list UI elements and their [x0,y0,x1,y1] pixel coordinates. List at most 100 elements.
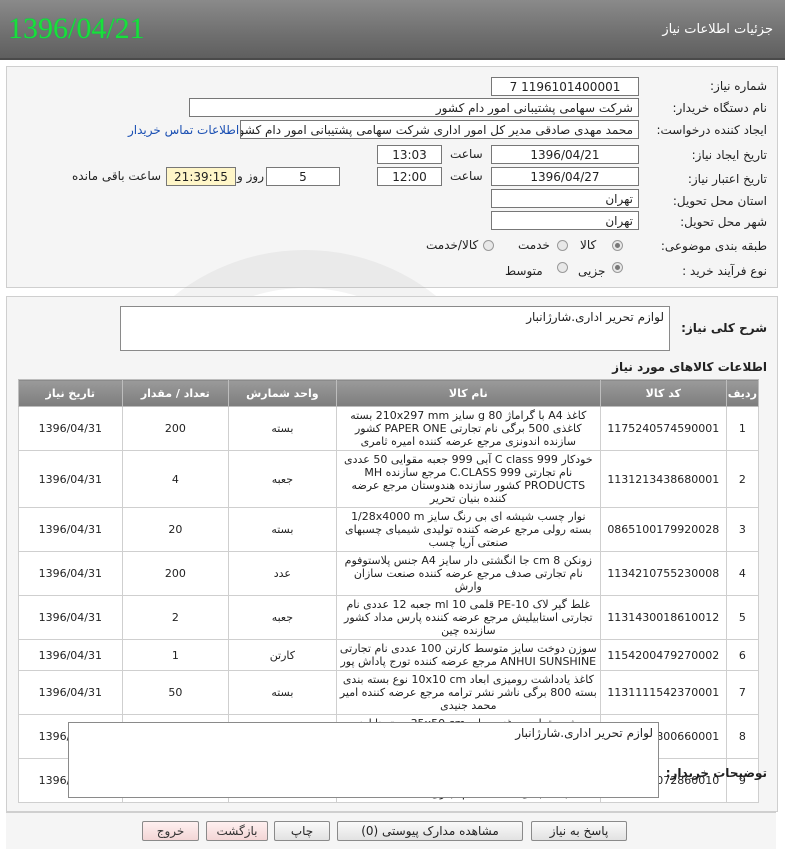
unit-cell: عدد [228,551,337,596]
item-code-cell: 1131213438680001 [599,450,727,508]
days-label: روز و [237,169,264,183]
row-number-cell: 8 [725,714,760,759]
row-number-cell: 3 [725,507,760,552]
category-option-both: کالا/خدمت [426,238,479,252]
unit-cell: بسته [228,670,337,715]
province-label: استان محل تحویل: [672,194,767,208]
item-code-cell: 1131111542370001 [599,670,727,715]
item-name-cell: نوار چسب شیشه ای بی رنگ سایز 1/28x4000 m… [335,507,601,552]
table-row: 2 1131213438680001 خودکار C class 999 آبی … [18,450,760,508]
item-name-cell: خودکار C class 999 آبی 999 جعبه مقوایی 5… [335,450,601,508]
items-table-header: ردیف کد کالا نام کالا واحد شمارش تعداد /… [18,379,760,407]
attachments-button[interactable]: مشاهده مدارک پیوستی (0) [337,821,523,841]
buyer-label: نام دستگاه خریدار: [672,101,768,115]
buyer-notes-label: توضیحات خریدار: [665,766,767,780]
unit-cell: کارتن [228,639,337,671]
table-row: 5 1131430018610012 غلط گیر لاک PE-10 قلمی … [18,595,760,640]
unit-cell: جعبه [228,595,337,640]
need-date-cell: 1396/04/31 [18,406,123,451]
need-date-cell: 1396/04/31 [18,450,123,508]
need-date-cell: 1396/04/31 [18,595,123,640]
need-number-label: شماره نیاز: [710,79,767,93]
col-date: تاریخ نیاز [18,379,123,407]
quantity-cell: 20 [121,507,230,552]
buyer-notes-textarea[interactable]: لوازم تحریر اداری.شارژانبار [68,722,659,798]
need-date-cell: 1396/04/31 [18,507,123,552]
process-option-medium: متوسط [505,264,543,278]
created-date-label: تاریخ ایجاد نیاز: [691,148,767,162]
unit-cell: بسته [228,406,337,451]
days-field: 5 [266,167,340,186]
print-button[interactable]: چاپ [274,821,330,841]
process-radio-minor[interactable] [612,262,623,273]
col-code: کد کالا [599,379,727,407]
row-number-cell: 1 [725,406,760,451]
remaining-label: ساعت باقی مانده [72,169,162,183]
row-number-cell: 7 [725,670,760,715]
category-radio-both[interactable] [483,240,494,251]
table-row: 6 1154200479270002 سوزن دوخت سایز متوسط کا… [18,639,760,671]
created-time-label: ساعت [450,147,483,161]
reply-button[interactable]: پاسخ به نیاز [531,821,627,841]
category-radio-service[interactable] [557,240,568,251]
col-qty: تعداد / مقدار [121,379,230,407]
category-radio-goods[interactable] [612,240,623,251]
row-number-cell: 5 [725,595,760,640]
need-number-field: 1196101400001 7 [491,77,639,96]
province-field: تهران [491,189,639,208]
need-date-cell: 1396/04/31 [18,551,123,596]
remaining-time-field: 21:39:15 [166,167,236,186]
buyer-field: شرکت سهامی پشتیبانی امور دام کشور [189,98,639,117]
summary-textarea[interactable]: لوازم تحریر اداری.شارژانبار [120,306,670,351]
creator-field: محمد مهدی صادقی مدیر کل امور اداری شرکت … [240,120,639,139]
unit-cell: جعبه [228,450,337,508]
item-name-cell: کاغذ A4 با گراماژ 80 g سایز 210x297 mm ب… [335,406,601,451]
item-code-cell: 1154200479270002 [599,639,727,671]
need-date-cell: 1396/04/31 [18,670,123,715]
valid-time-label: ساعت [450,169,483,183]
category-option-goods: کالا [580,238,597,252]
creator-label: ایجاد کننده درخواست: [656,123,767,137]
valid-time-field: 12:00 [377,167,442,186]
category-option-service: خدمت [518,238,550,252]
item-name-cell: غلط گیر لاک PE-10 قلمی 10 ml جعبه 12 عدد… [335,595,601,640]
item-code-cell: 1175240574590001 [599,406,727,451]
contact-buyer-link[interactable]: اطلاعات تماس خریدار [128,123,239,137]
action-bar: پاسخ به نیاز مشاهده مدارک پیوستی (0) چاپ… [6,812,776,849]
quantity-cell: 4 [121,450,230,508]
items-title: اطلاعات کالاهای مورد نیاز [612,360,767,374]
page-header: جزئیات اطلاعات نیاز 1396/04/21 [0,0,785,60]
back-button[interactable]: بازگشت [206,821,268,841]
created-time-field: 13:03 [377,145,442,164]
quantity-cell: 50 [121,670,230,715]
category-label: طبقه بندی موضوعی: [660,239,767,253]
quantity-cell: 200 [121,406,230,451]
table-row: 1 1175240574590001 کاغذ A4 با گراماژ 80 g … [18,406,760,451]
page-title: جزئیات اطلاعات نیاز [662,22,773,37]
need-date-cell: 1396/04/31 [18,639,123,671]
row-number-cell: 2 [725,450,760,508]
valid-date-label: تاریخ اعتبار نیاز: [687,172,767,186]
item-code-cell: 1131430018610012 [599,595,727,640]
table-row: 3 0865100179920028 نوار چسب شیشه ای بی رنگ… [18,507,760,552]
summary-label: شرح کلی نیاز: [681,321,767,335]
process-option-minor: جزیی [578,264,606,278]
table-row: 7 1131111542370001 کاغذ یادداشت رومیزی ابع… [18,670,760,715]
item-code-cell: 0865100179920028 [599,507,727,552]
table-row: 4 1134210755230008 زونکن 8 cm جا انگشتی دا… [18,551,760,596]
exit-button[interactable]: خروج [142,821,199,841]
process-label: نوع فرآیند خرید : [682,264,767,278]
city-label: شهر محل تحویل: [680,215,767,229]
quantity-cell: 1 [121,639,230,671]
item-name-cell: زونکن 8 cm جا انگشتی دار سایز A4 جنس پلا… [335,551,601,596]
header-date: 1396/04/21 [8,12,145,45]
unit-cell: بسته [228,507,337,552]
col-unit: واحد شمارش [228,379,337,407]
col-row: ردیف [725,379,760,407]
item-name-cell: سوزن دوخت سایز متوسط کارتن 100 عددی نام … [335,639,601,671]
quantity-cell: 200 [121,551,230,596]
row-number-cell: 6 [725,639,760,671]
process-radio-medium[interactable] [557,262,568,273]
valid-date-field: 1396/04/27 [491,167,639,186]
created-date-field: 1396/04/21 [491,145,639,164]
